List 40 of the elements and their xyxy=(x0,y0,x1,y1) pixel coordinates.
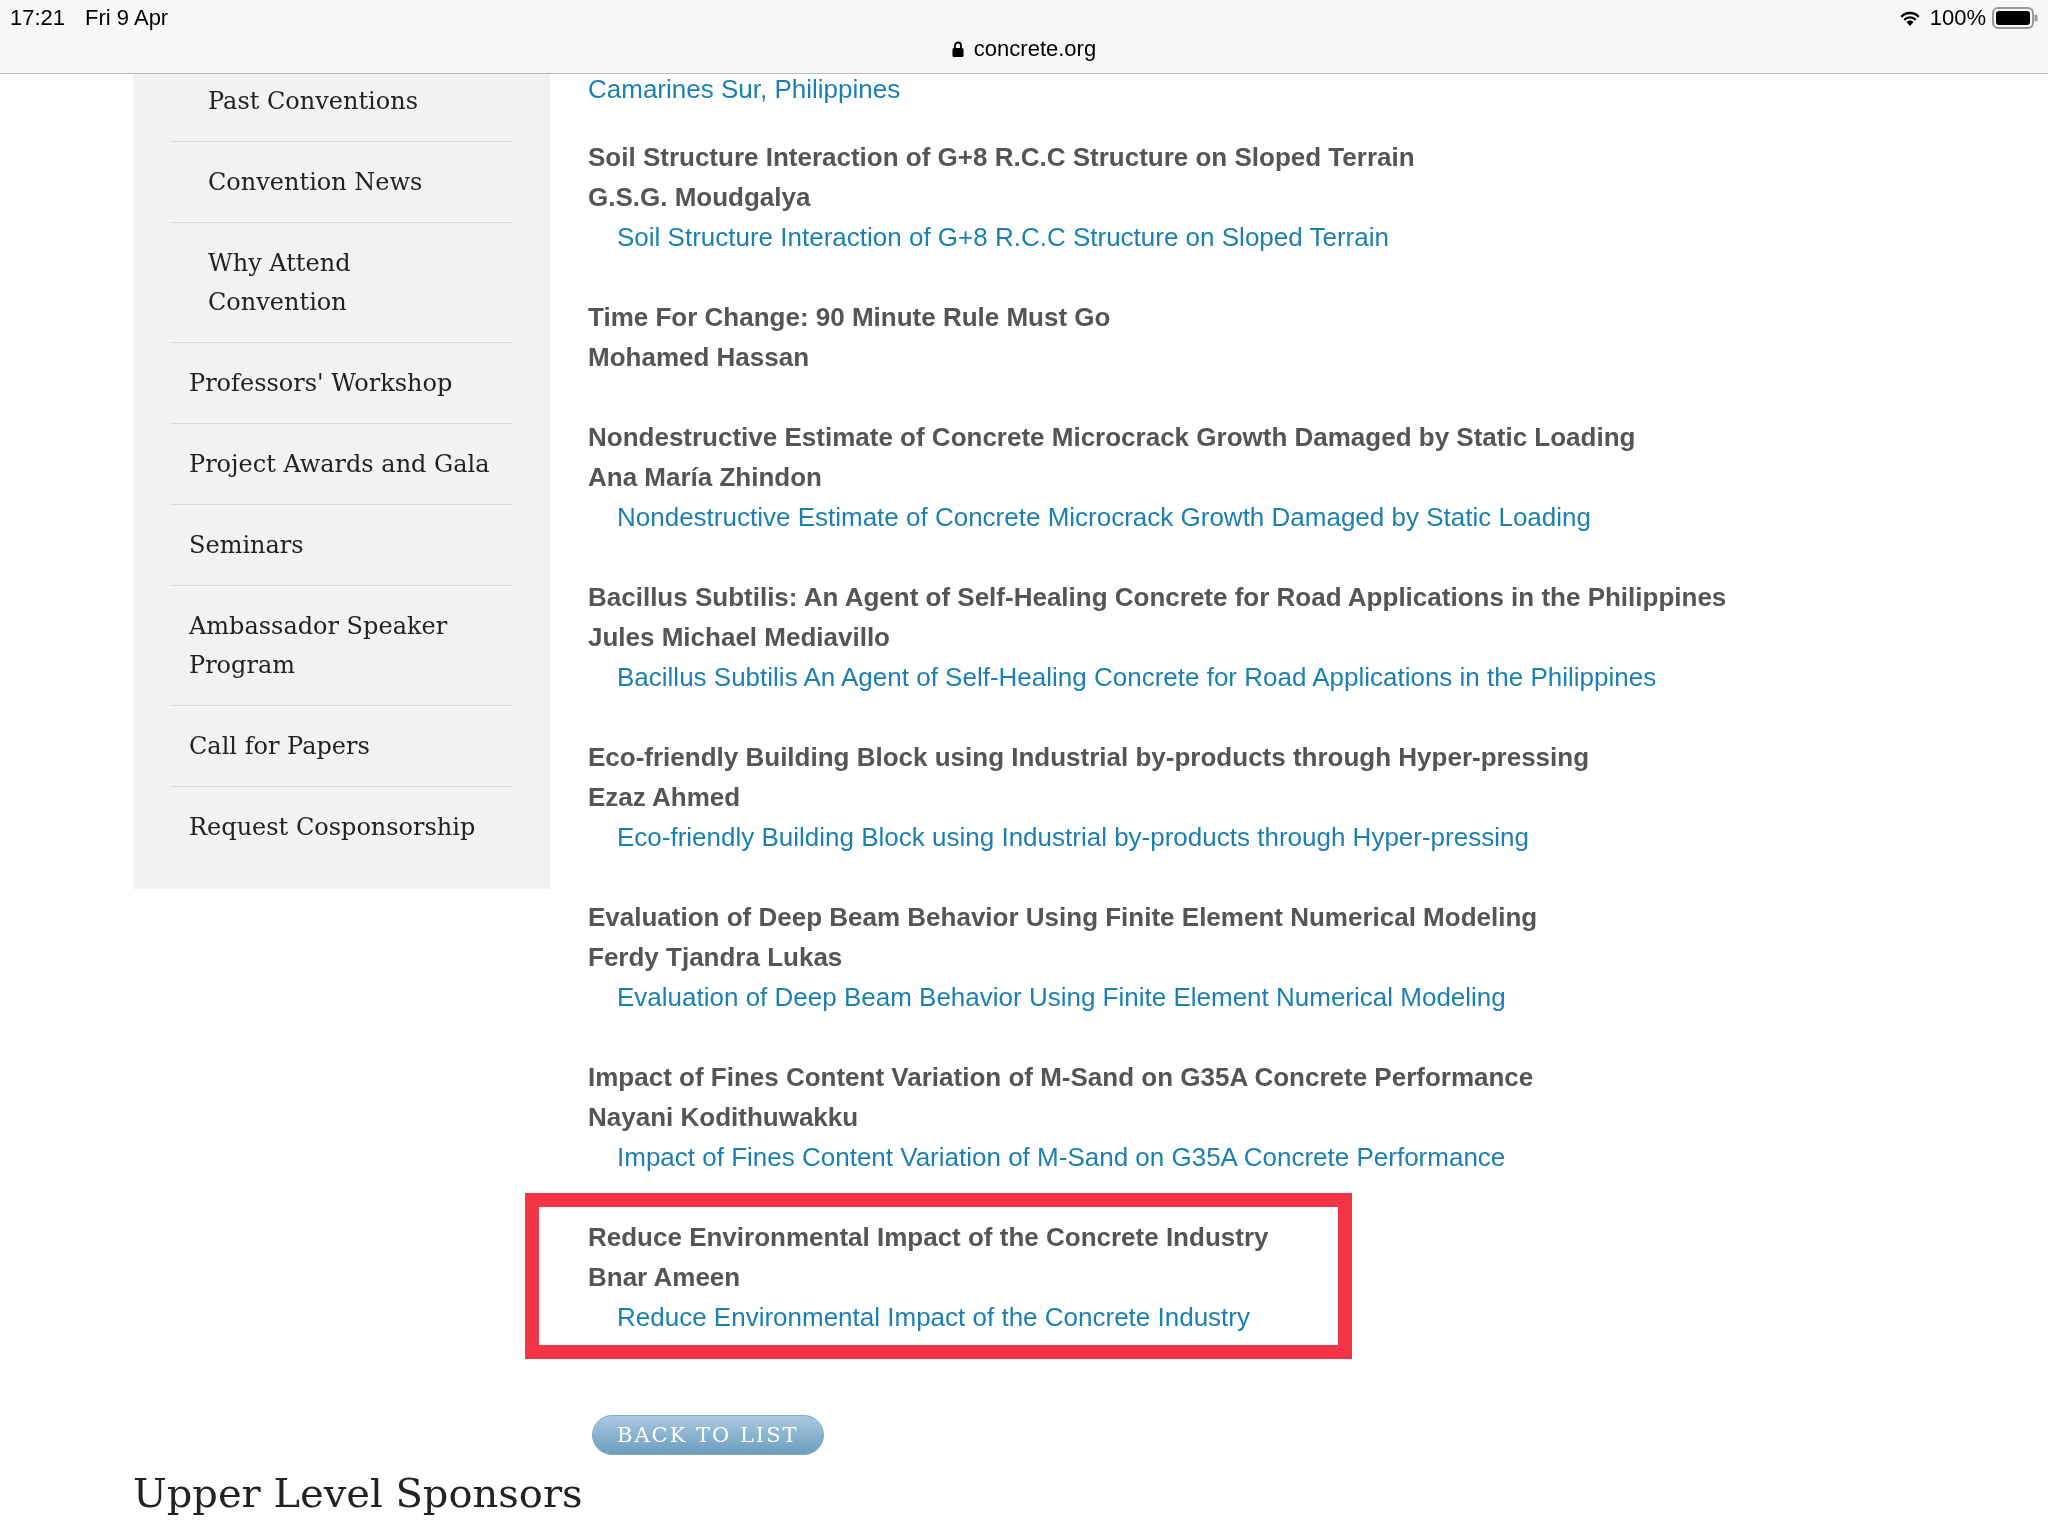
battery-percent: 100% xyxy=(1929,5,1986,31)
paper-title: Time For Change: 90 Minute Rule Must Go xyxy=(588,301,1111,334)
battery-icon xyxy=(1992,7,2038,29)
paper-title: Impact of Fines Content Variation of M-Sand on G35A Concrete Performance xyxy=(588,1061,1534,1094)
paper-link[interactable]: Impact of Fines Content Variation of M-Sand on G35A Concrete Performance xyxy=(617,1142,1506,1172)
paper-title: Soil Structure Interaction of G+8 R.C.C Structure on Sloped Terrain xyxy=(588,141,1415,174)
author-name: Bnar Ameen xyxy=(588,1261,742,1294)
lock-icon xyxy=(951,41,964,57)
section-heading: Upper Level Sponsors xyxy=(133,1470,583,1516)
sidebar-link[interactable]: Project Awards and Gala xyxy=(171,424,512,505)
paper-title: Nondestructive Estimate of Concrete Microcrack Growth Damaged by Static Loading xyxy=(588,421,1636,454)
sidebar-link[interactable]: Request Cosponsorship xyxy=(171,787,512,867)
sidebar-link[interactable]: Convention News xyxy=(171,142,512,223)
paper-link[interactable]: Reduce Environmental Impact of the Concrete Industry xyxy=(617,1302,1250,1332)
author-name: Ana María Zhindon xyxy=(588,461,823,494)
paper-title: Eco-friendly Building Block using Industrial by-products through Hyper-pressing xyxy=(588,741,1590,774)
paper-link[interactable]: Nondestructive Estimate of Concrete Microcrack Growth Damaged by Static Loading xyxy=(617,502,1591,532)
author-name: Ezaz Ahmed xyxy=(588,781,742,814)
clock-time: 17:21 xyxy=(10,5,66,31)
sidebar-link[interactable]: Past Conventions xyxy=(171,74,512,142)
author-name: Ferdy Tjandra Lukas xyxy=(588,941,844,974)
paper-link[interactable]: Soil Structure Interaction of G+8 R.C.C Structure on Sloped Terrain xyxy=(617,222,1389,252)
paper-link[interactable]: Evaluation of Deep Beam Behavior Using Finite Element Numerical Modeling xyxy=(617,982,1506,1012)
paper-title: Evaluation of Deep Beam Behavior Using Finite Element Numerical Modeling xyxy=(588,901,1538,934)
author-name: Nayani Kodithuwakku xyxy=(588,1101,860,1134)
author-name: G.S.G. Moudgalya xyxy=(588,181,812,214)
author-name: Mohamed Hassan xyxy=(588,341,811,374)
address-bar[interactable]: concrete.org xyxy=(951,36,1097,62)
sidebar-link[interactable]: Seminars xyxy=(171,505,512,586)
sidebar-link[interactable]: Ambassador Speaker Program xyxy=(171,586,512,706)
paper-link[interactable]: Eco-friendly Building Block using Industrial by-products through Hyper-pressing xyxy=(617,822,1529,852)
paper-title: Bacillus Subtilis: An Agent of Self-Healing Concrete for Road Applications in the Philippines xyxy=(588,581,1727,614)
paper-title: Reduce Environmental Impact of the Concrete Industry xyxy=(588,1221,1269,1254)
sidebar-link[interactable]: Why Attend Convention xyxy=(171,223,512,343)
date-text: Fri 9 Apr xyxy=(85,5,169,31)
paper-link[interactable]: Camarines Sur, Philippines xyxy=(588,74,901,104)
author-name: Jules Michael Mediavillo xyxy=(588,621,891,654)
sidebar-link[interactable]: Professors' Workshop xyxy=(171,343,512,424)
paper-link[interactable]: Bacillus Subtilis An Agent of Self-Healing Concrete for Road Applications in the Philippines xyxy=(617,662,1657,692)
sidebar-link[interactable]: Call for Papers xyxy=(171,706,512,787)
